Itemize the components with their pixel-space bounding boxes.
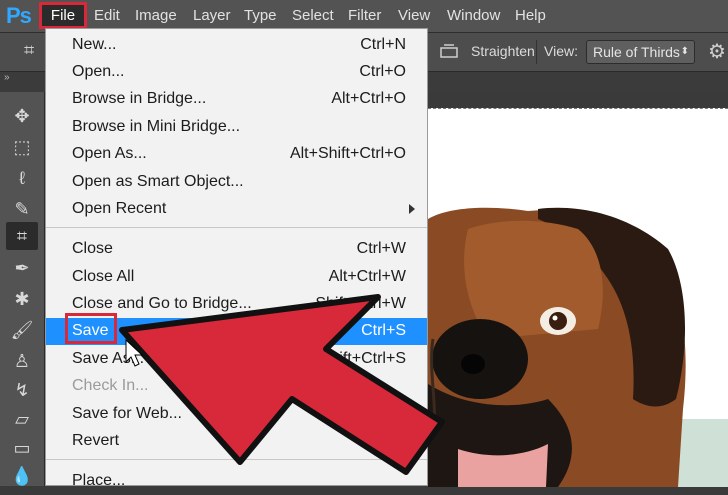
annotation-overlay: [119, 294, 445, 475]
red-arrow-icon: [119, 294, 445, 475]
